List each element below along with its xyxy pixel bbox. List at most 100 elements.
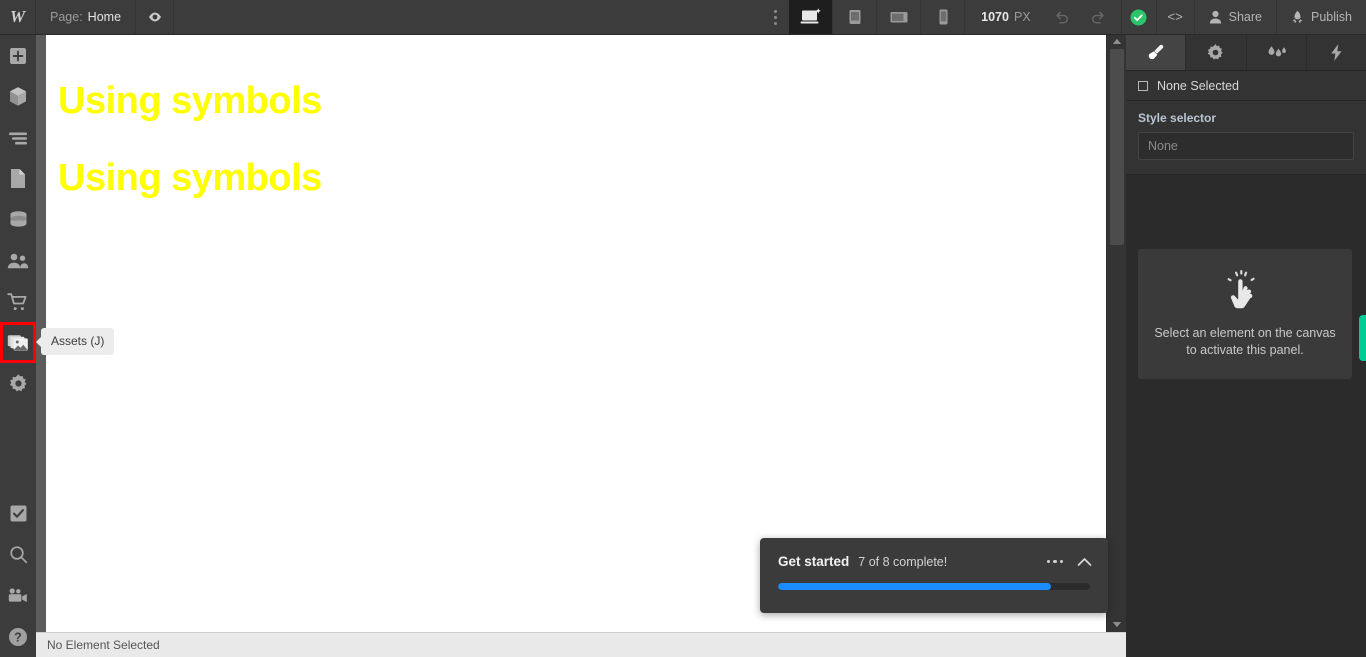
canvas-heading-2[interactable]: Using symbols — [58, 157, 1106, 200]
history-controls — [1045, 0, 1121, 34]
scroll-down-arrow[interactable] — [1112, 621, 1122, 628]
dot — [1059, 559, 1063, 564]
check-square-icon — [9, 504, 28, 523]
top-toolbar: W Page: Home 1070 PX <> Share Publish — [0, 0, 1366, 35]
users-icon — [7, 252, 29, 270]
sidebar-item-components[interactable] — [0, 76, 36, 117]
rocket-icon — [1291, 10, 1304, 24]
question-circle-icon: ? — [8, 627, 28, 647]
plus-icon — [8, 46, 28, 66]
person-icon — [1209, 10, 1222, 24]
lightning-bolt-icon — [1329, 43, 1344, 62]
get-started-header: Get started 7 of 8 complete! — [760, 538, 1108, 569]
sidebar-item-add-elements[interactable] — [0, 35, 36, 76]
video-camera-icon — [7, 587, 29, 604]
page-selector[interactable]: Page: Home — [36, 0, 137, 34]
webflow-logo[interactable]: W — [0, 0, 36, 34]
feedback-tab[interactable] — [1359, 315, 1366, 361]
get-started-progress-text: 7 of 8 complete! — [858, 554, 948, 569]
tab-style[interactable] — [1126, 35, 1187, 70]
get-started-progress-bar — [778, 583, 1090, 590]
redo-button[interactable] — [1081, 0, 1115, 34]
empty-state-line1: Select an element on the canvas — [1154, 326, 1336, 340]
get-started-controls — [1046, 557, 1093, 567]
sidebar-item-search[interactable] — [0, 534, 36, 575]
dot — [1046, 559, 1050, 564]
right-panel: None Selected Style selector None Select… — [1126, 35, 1366, 657]
eye-icon — [147, 9, 163, 25]
sidebar-item-users[interactable] — [0, 240, 36, 281]
publish-button[interactable]: Publish — [1277, 0, 1366, 34]
share-button[interactable]: Share — [1195, 0, 1277, 34]
search-icon — [9, 545, 28, 564]
navigator-icon — [8, 130, 28, 146]
sidebar-item-assets[interactable] — [0, 322, 36, 363]
preview-toggle[interactable] — [136, 0, 175, 34]
tab-effects[interactable] — [1307, 35, 1366, 70]
sidebar-item-cms[interactable] — [0, 199, 36, 240]
cube-icon — [8, 86, 28, 107]
save-status[interactable] — [1120, 0, 1157, 34]
viewport-width-value: 1070 — [981, 10, 1009, 24]
page-selector-value: Home — [87, 10, 122, 24]
mobile-icon — [934, 7, 952, 27]
empty-state-line2: to activate this panel. — [1186, 342, 1304, 357]
gear-icon — [8, 373, 29, 394]
tab-settings[interactable] — [1186, 35, 1247, 70]
progress-fill — [778, 583, 1051, 590]
tablet-icon — [845, 7, 865, 27]
desktop-icon — [799, 7, 823, 27]
viewport-width-display: 1070 PX — [965, 0, 1045, 34]
page-selector-label: Page: — [50, 10, 83, 24]
dot — [1053, 559, 1057, 564]
chevron-up-icon[interactable] — [1077, 557, 1092, 567]
sidebar-item-pages[interactable] — [0, 158, 36, 199]
right-panel-tabs — [1126, 35, 1366, 71]
tab-interactions[interactable] — [1247, 35, 1307, 70]
page-icon — [9, 168, 27, 189]
publish-label: Publish — [1311, 10, 1352, 24]
click-hand-icon — [1225, 270, 1265, 312]
webflow-designer: W Page: Home 1070 PX <> Share Publish ? … — [0, 0, 1366, 657]
check-circle-icon — [1130, 9, 1147, 26]
breakpoint-desktop[interactable] — [789, 0, 834, 34]
breakpoint-tablet[interactable] — [833, 0, 878, 34]
svg-text:?: ? — [14, 630, 22, 644]
code-export-button[interactable]: <> — [1157, 0, 1195, 34]
undo-icon — [1053, 8, 1071, 26]
sidebar-item-help[interactable]: ? — [0, 616, 36, 657]
canvas-options-menu[interactable] — [761, 0, 789, 34]
sidebar-item-navigator[interactable] — [0, 117, 36, 158]
cart-icon — [7, 292, 29, 312]
get-started-more-button[interactable] — [1046, 559, 1063, 564]
get-started-panel[interactable]: Get started 7 of 8 complete! — [760, 538, 1108, 613]
breakpoint-mobile[interactable] — [921, 0, 966, 34]
sidebar-item-settings[interactable] — [0, 363, 36, 404]
sidebar-item-videos[interactable] — [0, 575, 36, 616]
get-started-title: Get started — [778, 554, 850, 569]
breakpoint-tablet-landscape[interactable] — [877, 0, 922, 34]
tablet-landscape-icon — [888, 7, 910, 27]
dot — [773, 9, 777, 13]
element-square-icon — [1138, 80, 1148, 91]
dot — [773, 21, 777, 25]
sidebar-item-ecommerce[interactable] — [0, 281, 36, 322]
style-selector-input[interactable]: None — [1138, 132, 1354, 160]
scrollbar-thumb[interactable] — [1110, 49, 1124, 245]
undo-button[interactable] — [1045, 0, 1079, 34]
selection-indicator: None Selected — [1126, 71, 1366, 101]
water-drops-icon — [1265, 44, 1287, 62]
canvas-heading-1[interactable]: Using symbols — [58, 80, 1106, 123]
panel-empty-state: Select an element on the canvas to activ… — [1138, 249, 1352, 379]
canvas-scrollbar[interactable] — [1106, 35, 1126, 632]
viewport-width-unit: PX — [1013, 10, 1031, 24]
status-bar: No Element Selected — [36, 632, 1126, 657]
code-brackets-icon: <> — [1167, 9, 1183, 25]
selection-label: None Selected — [1157, 78, 1240, 93]
share-label: Share — [1228, 10, 1262, 24]
status-bar-text: No Element Selected — [47, 638, 160, 652]
empty-state-text: Select an element on the canvas to activ… — [1154, 325, 1335, 358]
sidebar-item-audit[interactable] — [0, 493, 36, 534]
scroll-up-arrow[interactable] — [1112, 38, 1122, 45]
